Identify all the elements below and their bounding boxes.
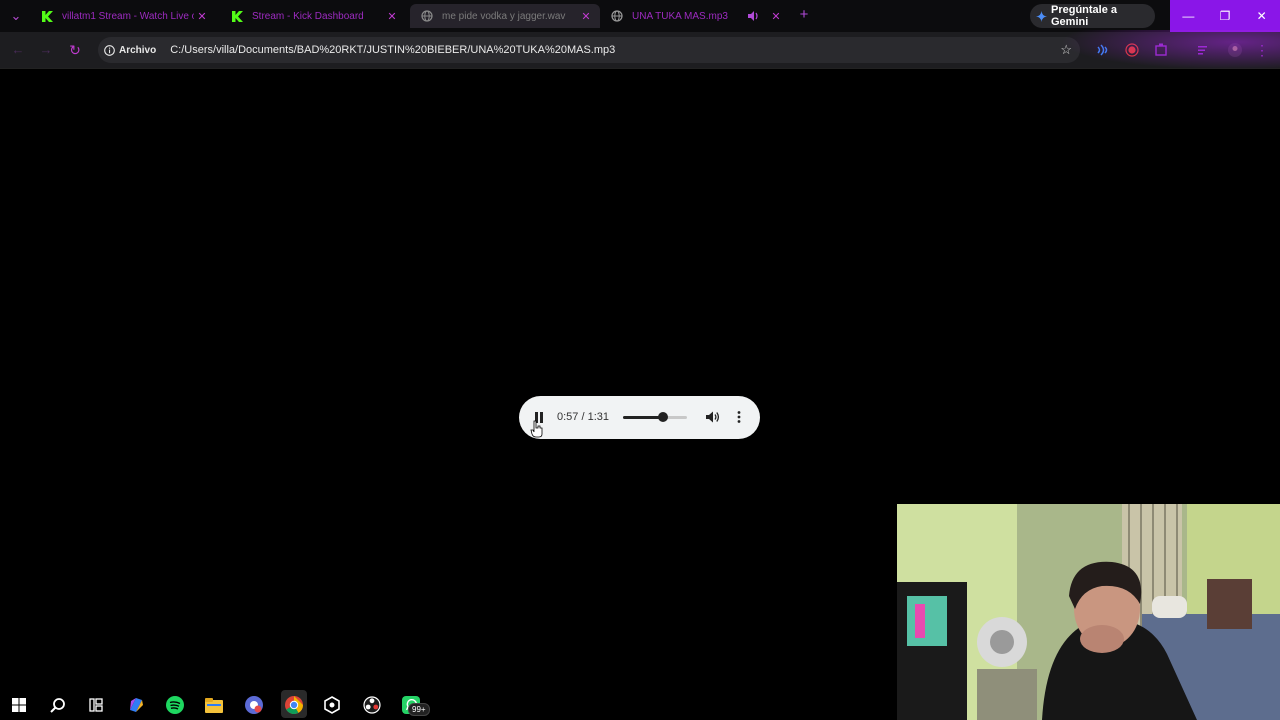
- tab-kick-stream[interactable]: villatm1 Stream - Watch Live o ✕: [30, 4, 216, 28]
- gemini-button[interactable]: Pregúntale a Gemini: [1030, 4, 1155, 28]
- tab-strip: ⌄ villatm1 Stream - Watch Live o ✕ Strea…: [0, 0, 1280, 32]
- gemini-sparkle-icon: [1036, 10, 1047, 22]
- reading-list-icon[interactable]: [1196, 42, 1212, 58]
- file-explorer-icon[interactable]: [203, 694, 225, 716]
- browser-toolbar: ← → ↻ Archivo C:/Users/villa/Documents/B…: [0, 32, 1280, 69]
- tab-close-icon[interactable]: ✕: [194, 10, 210, 23]
- minimize-button[interactable]: —: [1170, 0, 1207, 32]
- taskbar: 99+: [0, 688, 897, 720]
- tab-title: UNA TUKA MAS.mp3: [632, 10, 728, 22]
- bookmark-star-icon[interactable]: ☆: [1060, 42, 1072, 58]
- tab-vodka-wav[interactable]: me pide vodka y jagger.wav ✕: [410, 4, 600, 28]
- tab-title: villatm1 Stream - Watch Live o: [62, 10, 194, 22]
- close-window-button[interactable]: ✕: [1243, 0, 1280, 32]
- tab-close-icon[interactable]: ✕: [578, 10, 594, 23]
- browser-menu-icon[interactable]: ⋮: [1254, 42, 1270, 58]
- reload-button[interactable]: ↻: [67, 42, 83, 58]
- more-options-button[interactable]: [731, 409, 747, 425]
- kick-icon: [230, 9, 244, 23]
- restore-button[interactable]: ❐: [1207, 0, 1244, 32]
- volume-icon: [706, 411, 720, 423]
- spotify-icon[interactable]: [164, 694, 186, 716]
- seek-slider[interactable]: [623, 412, 687, 422]
- windows-icon[interactable]: [8, 694, 30, 716]
- seek-progress: [623, 416, 664, 419]
- hand-cursor-icon: [530, 420, 544, 443]
- url-text[interactable]: C:/Users/villa/Documents/BAD%20RKT/JUSTI…: [170, 44, 615, 56]
- tab-title: Stream - Kick Dashboard: [252, 10, 364, 22]
- new-tab-button[interactable]: +: [796, 7, 812, 23]
- copilot-icon[interactable]: [125, 694, 147, 716]
- app-icon[interactable]: [321, 694, 343, 716]
- chrome-profile-icon[interactable]: [243, 694, 265, 716]
- globe-icon: [420, 9, 434, 23]
- back-button[interactable]: ←: [10, 42, 26, 58]
- seek-thumb[interactable]: [658, 412, 669, 422]
- webcam-feed: [897, 504, 1280, 720]
- gemini-label: Pregúntale a Gemini: [1051, 4, 1118, 28]
- tab-search-chevron-icon[interactable]: ⌄: [8, 8, 24, 24]
- playback-time: 0:57 / 1:31: [557, 411, 609, 423]
- globe-icon: [610, 9, 624, 23]
- site-info-chip[interactable]: Archivo: [104, 45, 156, 56]
- kick-icon: [40, 9, 54, 23]
- audio-player: 0:57 / 1:31: [519, 396, 760, 439]
- speaker-icon[interactable]: [748, 11, 762, 21]
- window-controls: — ❐ ✕: [1170, 0, 1280, 32]
- extensions-puzzle-icon[interactable]: [1153, 42, 1169, 58]
- tab-close-icon[interactable]: ✕: [768, 10, 784, 23]
- volume-button[interactable]: [705, 409, 721, 425]
- notification-badge: 99+: [408, 703, 430, 716]
- extension-audio-icon[interactable]: [1095, 42, 1111, 58]
- kebab-menu-icon: [737, 411, 741, 423]
- obs-icon[interactable]: [361, 694, 383, 716]
- tab-kick-dashboard[interactable]: Stream - Kick Dashboard ✕: [220, 4, 406, 28]
- forward-button[interactable]: →: [38, 42, 54, 58]
- webcam-overlay: [897, 504, 1280, 720]
- task-view-icon[interactable]: [85, 694, 107, 716]
- site-chip-label: Archivo: [119, 44, 157, 56]
- address-bar[interactable]: Archivo C:/Users/villa/Documents/BAD%20R…: [98, 37, 1080, 63]
- record-icon[interactable]: [1124, 42, 1140, 58]
- search-icon[interactable]: [47, 694, 69, 716]
- tab-close-icon[interactable]: ✕: [384, 10, 400, 23]
- profile-avatar-icon[interactable]: [1227, 42, 1243, 58]
- tab-una-tuka-mas[interactable]: UNA TUKA MAS.mp3 ✕: [600, 4, 790, 28]
- tab-title: me pide vodka y jagger.wav: [442, 10, 566, 22]
- chrome-icon[interactable]: [283, 694, 305, 716]
- info-icon: [104, 44, 115, 56]
